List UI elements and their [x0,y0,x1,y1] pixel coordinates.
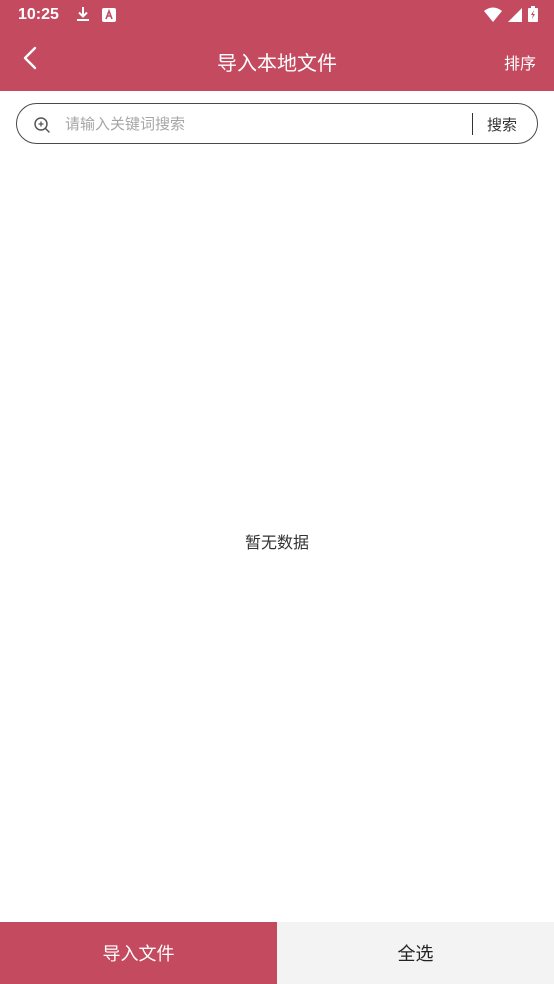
battery-icon [528,6,538,26]
search-icon [33,116,51,134]
signal-icon [508,7,522,26]
status-icons-right [484,6,538,26]
download-icon [76,6,90,26]
empty-state-message: 暂无数据 [244,533,309,552]
a-notification-icon [102,7,116,26]
search-button[interactable]: 搜索 [487,114,517,135]
search-bar: 搜索 [16,103,538,144]
status-time: 10:25 [18,6,59,23]
page-title: 导入本地文件 [217,51,337,75]
search-divider [472,113,473,135]
wifi-icon [484,7,502,26]
toolbar: 导入本地文件 排序 [0,30,554,91]
bottom-action-bar: 导入文件 全选 [0,922,554,984]
status-bar: 10:25 [0,0,554,30]
status-icons-left [76,6,116,26]
app-header: 10:25 导入本地文件 排序 [0,0,554,91]
sort-button[interactable]: 排序 [504,50,536,74]
select-all-button[interactable]: 全选 [277,922,554,984]
import-files-button[interactable]: 导入文件 [0,922,277,984]
search-input[interactable] [65,110,465,138]
